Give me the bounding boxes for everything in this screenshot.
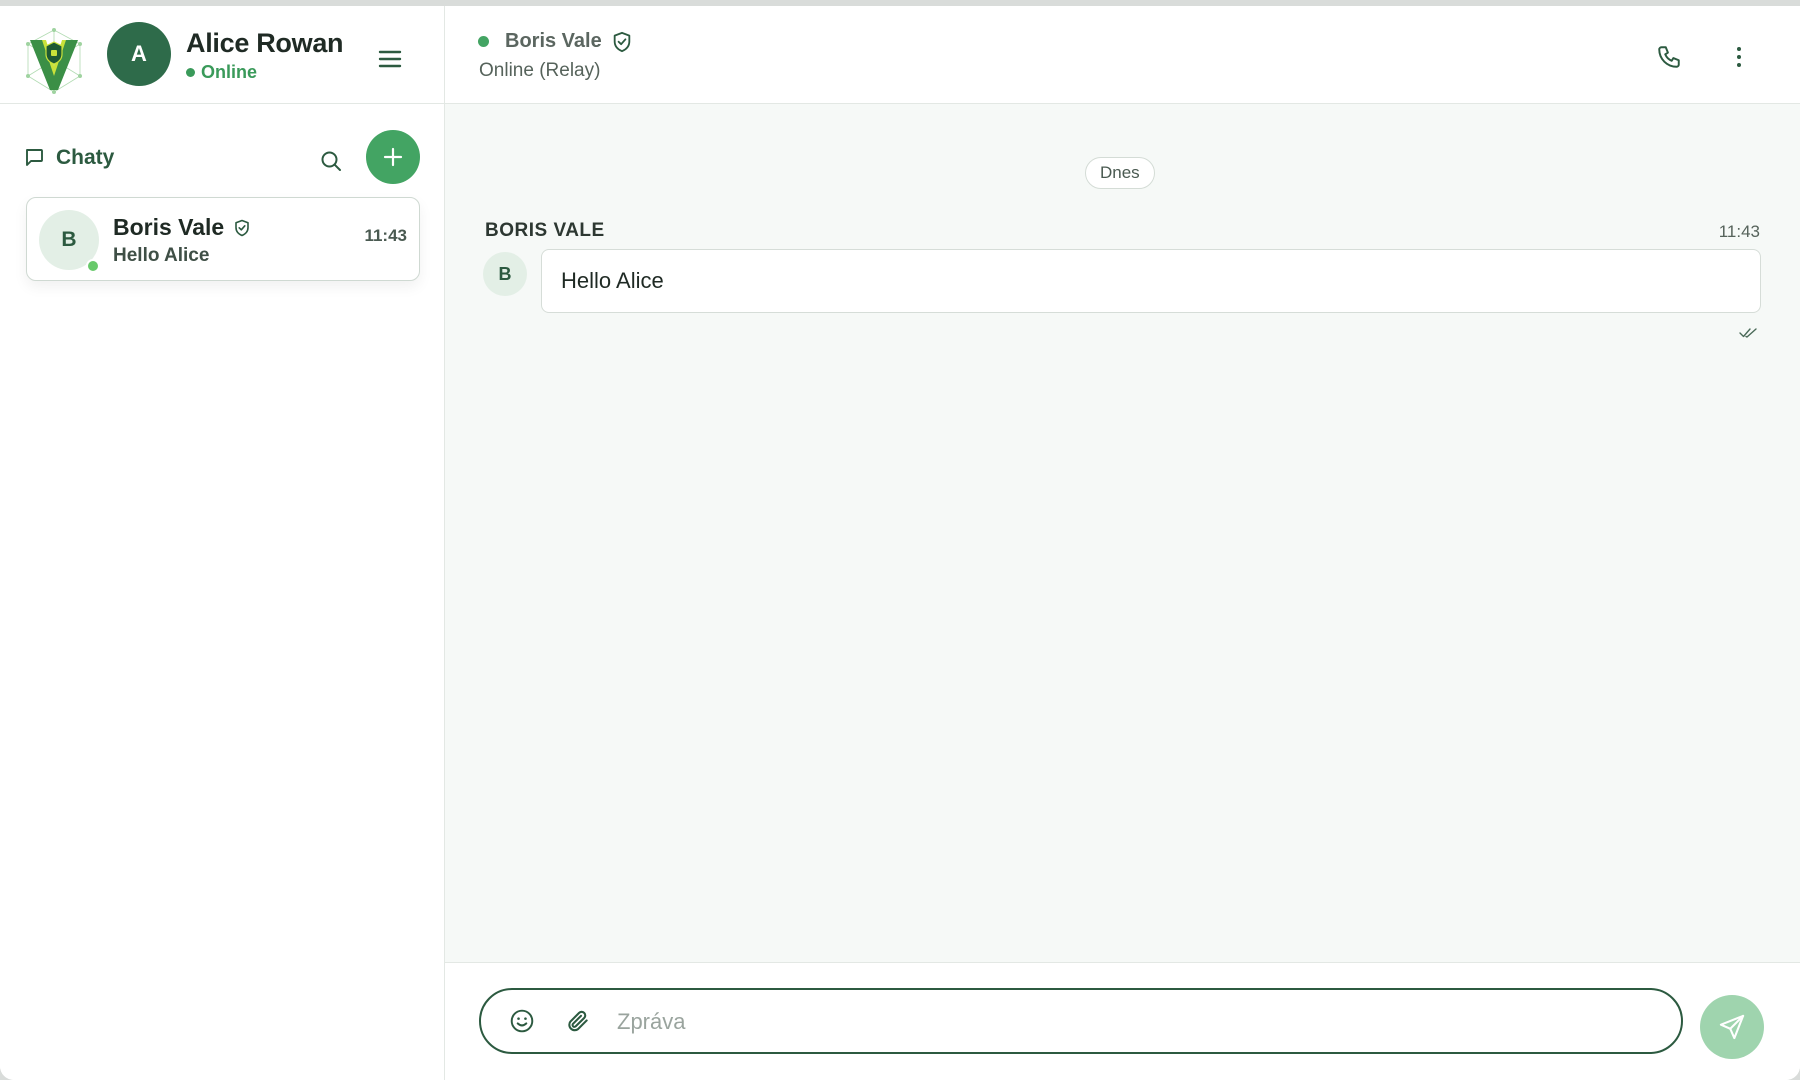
message-text: Hello Alice (561, 268, 664, 293)
message-avatar: B (483, 252, 527, 296)
message-input[interactable] (615, 1000, 1659, 1044)
app-window: A Alice Rowan Online Chaty B Boris Vale … (0, 6, 1800, 1080)
plus-icon (383, 147, 403, 167)
user-status: Online (186, 62, 257, 83)
new-chat-button[interactable] (366, 130, 420, 184)
peer-info: Boris Vale (478, 30, 632, 53)
conversation-pane: Boris Vale Online (Relay) Dnes BORIS VAL… (445, 6, 1800, 1080)
app-logo-icon (26, 28, 82, 94)
sidebar: A Alice Rowan Online Chaty B Boris Vale … (0, 6, 445, 1080)
menu-icon (378, 50, 402, 68)
conversation-header: Boris Vale Online (Relay) (445, 6, 1800, 104)
chat-last-message: Hello Alice (113, 245, 210, 266)
more-options-button[interactable] (1722, 40, 1756, 74)
user-name: Alice Rowan (186, 28, 344, 58)
online-dot-icon (186, 68, 195, 77)
emoji-icon (510, 1009, 534, 1033)
chats-heading: Chaty (24, 146, 114, 170)
double-check-read-icon (1739, 328, 1757, 338)
user-avatar[interactable]: A (107, 22, 171, 86)
verified-shield-icon (235, 219, 250, 236)
more-vertical-icon (1737, 47, 1741, 67)
attach-button[interactable] (563, 1006, 593, 1036)
send-button[interactable] (1700, 995, 1764, 1059)
date-divider: Dnes (1085, 157, 1155, 189)
chat-avatar-letter: B (61, 228, 77, 251)
search-chats-button[interactable] (316, 146, 346, 176)
phone-icon (1658, 46, 1680, 68)
chat-list-item[interactable]: B Boris Vale Hello Alice 11:43 (26, 197, 420, 281)
peer-status: Online (Relay) (479, 60, 601, 81)
composer-bar (445, 962, 1800, 1080)
chats-heading-label: Chaty (56, 146, 115, 169)
peer-name: Boris Vale (505, 30, 602, 52)
paperclip-icon (568, 1010, 588, 1032)
chat-time: 11:43 (364, 226, 407, 245)
message-avatar-letter: B (498, 263, 512, 284)
user-avatar-letter: A (131, 41, 147, 66)
user-status-label: Online (201, 62, 258, 82)
sidebar-header: A Alice Rowan Online (0, 6, 444, 104)
chat-avatar: B (39, 210, 100, 273)
chat-name-label: Boris Vale (113, 214, 225, 240)
peer-online-dot-icon (478, 36, 489, 47)
message-composer (479, 988, 1683, 1054)
emoji-button[interactable] (507, 1006, 537, 1036)
chat-bubble-icon (26, 149, 43, 166)
message-sender: BORIS VALE (485, 220, 605, 241)
search-icon (321, 151, 341, 171)
menu-button[interactable] (372, 44, 408, 74)
send-icon (1719, 1014, 1745, 1040)
message-time: 11:43 (1718, 222, 1760, 241)
call-button[interactable] (1652, 40, 1686, 74)
chat-name: Boris Vale (113, 214, 250, 241)
verified-shield-icon (613, 31, 630, 52)
message-bubble[interactable]: Hello Alice (541, 249, 1761, 313)
online-presence-dot-icon (86, 259, 100, 273)
